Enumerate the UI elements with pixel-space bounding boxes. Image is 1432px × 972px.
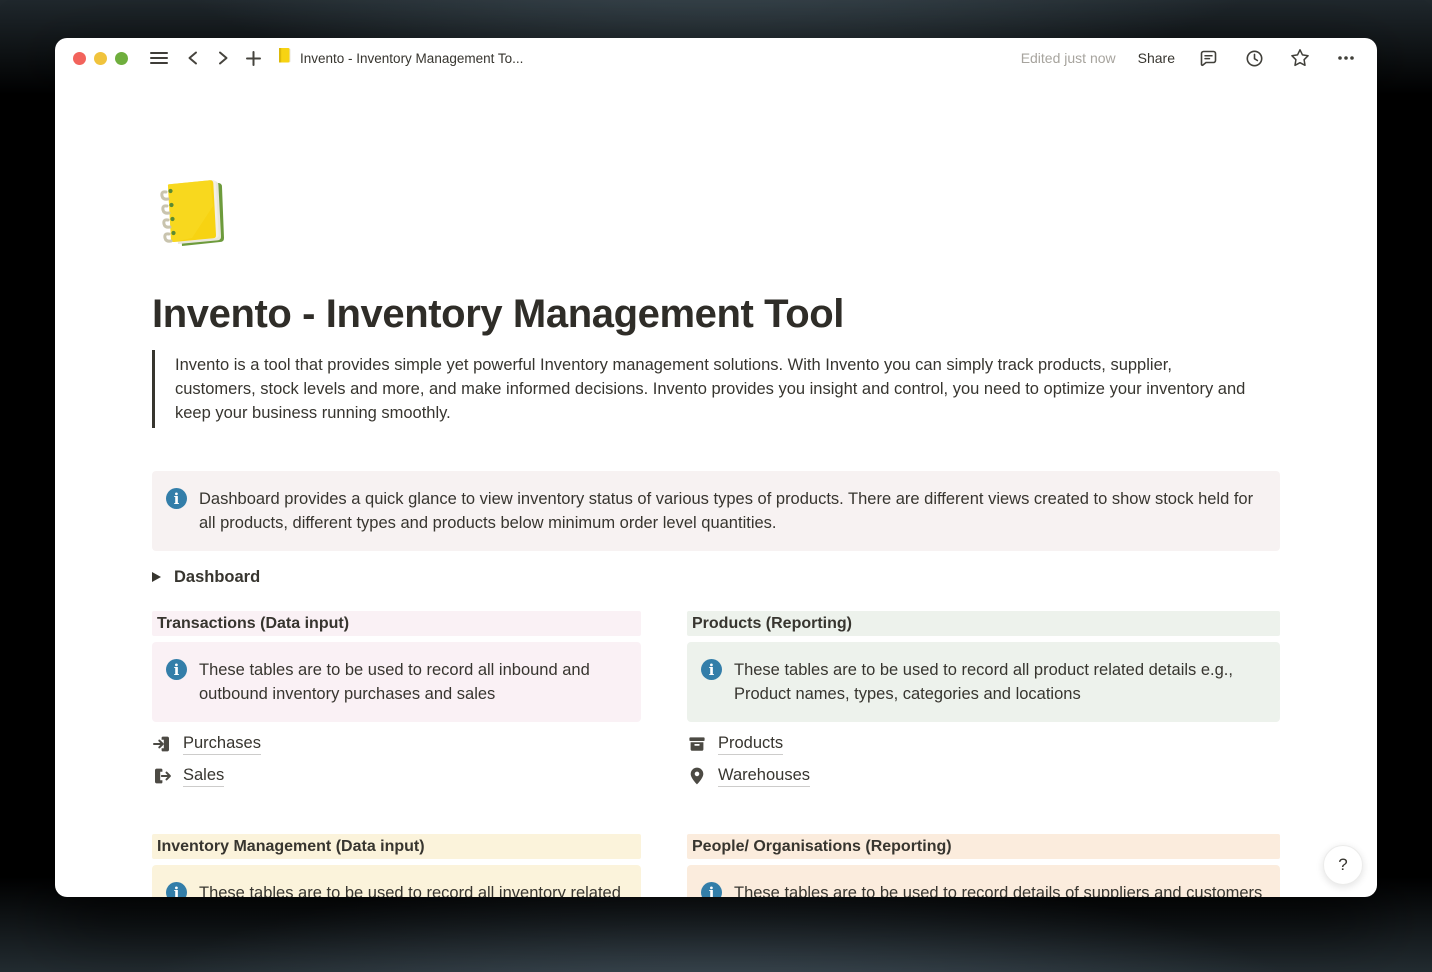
products-section: Products (Reporting) i These tables are …: [687, 611, 1280, 796]
close-window-button[interactable]: [73, 52, 86, 65]
people-callout: i These tables are to be used to record …: [687, 865, 1280, 897]
help-button[interactable]: ?: [1323, 845, 1363, 885]
inventory-callout: i These tables are to be used to record …: [152, 865, 641, 897]
dashboard-callout: i Dashboard provides a quick glance to v…: [152, 471, 1280, 551]
sign-out-icon: [152, 766, 172, 786]
inventory-header: Inventory Management (Data input): [152, 834, 641, 859]
purchases-link-label[interactable]: Purchases: [183, 734, 261, 755]
products-header: Products (Reporting): [687, 611, 1280, 636]
share-button[interactable]: Share: [1138, 50, 1175, 66]
info-icon: i: [166, 488, 187, 509]
inventory-section: Inventory Management (Data input) i Thes…: [152, 834, 641, 897]
info-icon: i: [701, 659, 722, 680]
dashboard-callout-text: Dashboard provides a quick glance to vie…: [199, 487, 1264, 535]
comments-icon[interactable]: [1195, 45, 1221, 71]
toggle-arrow-icon[interactable]: [152, 572, 161, 582]
app-window: Invento - Inventory Management To... Edi…: [55, 38, 1377, 897]
location-pin-icon: [687, 766, 707, 786]
transactions-section: Transactions (Data input) i These tables…: [152, 611, 641, 796]
purchases-page-link[interactable]: Purchases: [152, 732, 641, 756]
people-section: People/ Organisations (Reporting) i Thes…: [687, 834, 1280, 897]
menu-icon[interactable]: [146, 45, 172, 71]
warehouses-link-label[interactable]: Warehouses: [718, 766, 810, 787]
back-icon[interactable]: [180, 45, 206, 71]
minimize-window-button[interactable]: [94, 52, 107, 65]
zoom-window-button[interactable]: [115, 52, 128, 65]
page-scroll-area[interactable]: Invento - Inventory Management Tool Inve…: [55, 78, 1377, 897]
favorite-icon[interactable]: [1287, 45, 1313, 71]
products-page-link[interactable]: Products: [687, 732, 1280, 756]
people-header: People/ Organisations (Reporting): [687, 834, 1280, 859]
history-icon[interactable]: [1241, 45, 1267, 71]
window-controls: [73, 52, 128, 65]
sign-in-icon: [152, 734, 172, 754]
more-icon[interactable]: [1333, 45, 1359, 71]
page-icon-notebook[interactable]: [152, 176, 232, 252]
page-title: Invento - Inventory Management Tool: [152, 292, 1280, 336]
products-callout: i These tables are to be used to record …: [687, 642, 1280, 722]
transactions-callout: i These tables are to be used to record …: [152, 642, 641, 722]
new-page-icon[interactable]: [240, 45, 266, 71]
sales-link-label[interactable]: Sales: [183, 766, 224, 787]
dashboard-toggle-label: Dashboard: [174, 568, 260, 587]
warehouses-page-link[interactable]: Warehouses: [687, 764, 1280, 788]
forward-icon[interactable]: [210, 45, 236, 71]
products-link-label[interactable]: Products: [718, 734, 783, 755]
tab-title[interactable]: Invento - Inventory Management To...: [300, 51, 523, 66]
titlebar: Invento - Inventory Management To... Edi…: [55, 38, 1377, 78]
archive-box-icon: [687, 734, 707, 754]
dashboard-toggle[interactable]: Dashboard: [152, 563, 412, 591]
quote-block: Invento is a tool that provides simple y…: [152, 350, 1257, 428]
info-icon: i: [701, 882, 722, 897]
section-board: Transactions (Data input) i These tables…: [152, 611, 1280, 897]
notebook-page-icon: [276, 47, 293, 69]
transactions-header: Transactions (Data input): [152, 611, 641, 636]
info-icon: i: [166, 882, 187, 897]
sales-page-link[interactable]: Sales: [152, 764, 641, 788]
edited-status: Edited just now: [1021, 50, 1116, 66]
info-icon: i: [166, 659, 187, 680]
